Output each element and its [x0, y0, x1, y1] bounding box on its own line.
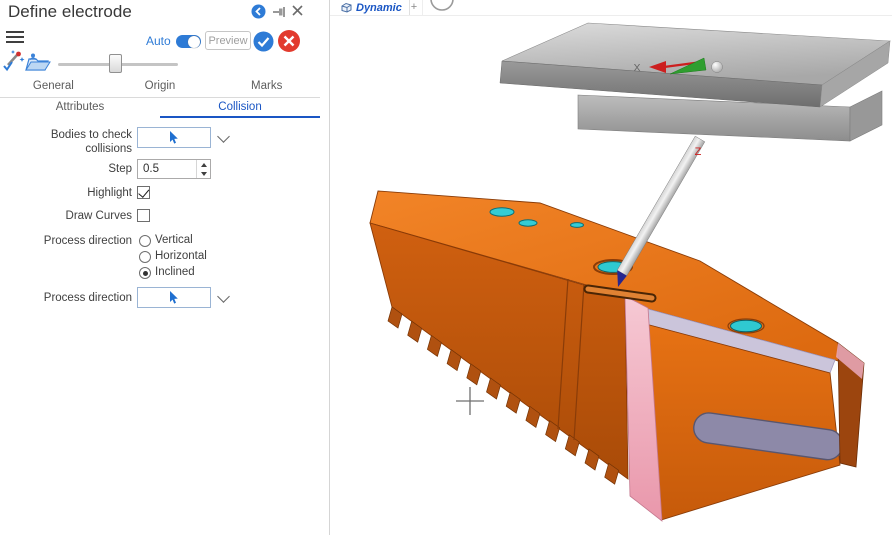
cursor-arrow-icon: [169, 291, 179, 305]
sparkle-icon: [20, 57, 25, 62]
axis-x-label: X: [633, 62, 640, 74]
sparkle-icon: [11, 50, 15, 54]
back-circle-button[interactable]: [251, 4, 266, 19]
axis-z-label: Z: [695, 146, 702, 158]
ok-button[interactable]: [253, 31, 274, 52]
bodies-picker-button[interactable]: [137, 127, 211, 148]
close-button[interactable]: [292, 5, 304, 17]
application-window: Define electrode Auto Preview: [0, 0, 892, 535]
viewport-canvas[interactable]: X Z: [330, 15, 892, 535]
open-folder-button[interactable]: [25, 52, 51, 73]
bodies-expand-chevron[interactable]: [217, 130, 230, 143]
process-direction-picker-button[interactable]: [137, 287, 211, 308]
define-electrode-panel: Define electrode Auto Preview: [0, 0, 329, 535]
process-direction-label: Process direction: [0, 234, 132, 248]
step-up-button[interactable]: [197, 160, 210, 169]
highlight-label: Highlight: [0, 186, 132, 200]
tab-add-view[interactable]: +: [406, 0, 423, 15]
process-radio-inclined[interactable]: [139, 267, 151, 279]
cube-icon: [341, 2, 352, 13]
page-title: Define electrode: [8, 2, 132, 22]
step-label: Step: [0, 162, 132, 176]
auto-toggle[interactable]: [176, 35, 201, 48]
crosshair-cursor: [456, 387, 484, 415]
magic-tool-button[interactable]: [2, 49, 25, 72]
person-icon: [31, 54, 35, 58]
tab-row-2: Attributes Collision: [0, 99, 320, 118]
tab-dynamic[interactable]: Dynamic: [334, 0, 410, 15]
process-direction-expand-chevron[interactable]: [217, 290, 230, 303]
size-slider-handle[interactable]: [109, 54, 122, 73]
draw-curves-checkbox[interactable]: [137, 209, 150, 222]
process-radio-vertical[interactable]: [139, 235, 151, 247]
process-option-vertical[interactable]: Vertical: [155, 234, 193, 246]
menu-button[interactable]: [6, 31, 24, 45]
viewport-3d[interactable]: X Z: [330, 15, 892, 535]
tab-dynamic-label: Dynamic: [356, 2, 402, 14]
origin-sphere: [712, 62, 723, 73]
pin-button[interactable]: [273, 6, 286, 18]
tab-origin[interactable]: Origin: [107, 80, 214, 97]
bodies-label: Bodies to check collisions: [0, 128, 132, 156]
process-direction2-label: Process direction: [0, 291, 132, 305]
close-icon: [293, 6, 302, 15]
orbit-ring-icon[interactable]: [428, 0, 456, 15]
process-option-horizontal[interactable]: Horizontal: [155, 250, 207, 262]
process-radio-horizontal[interactable]: [139, 251, 151, 263]
draw-curves-label: Draw Curves: [0, 209, 132, 223]
highlight-checkbox[interactable]: [137, 186, 150, 199]
step-input[interactable]: [138, 160, 199, 178]
tab-row-1: General Origin Marks: [0, 80, 320, 98]
tab-collision[interactable]: Collision: [160, 99, 320, 118]
process-option-inclined[interactable]: Inclined: [155, 266, 195, 278]
tab-marks[interactable]: Marks: [213, 80, 320, 97]
workpiece-body[interactable]: [370, 191, 864, 521]
tab-attributes[interactable]: Attributes: [0, 99, 160, 118]
preview-button[interactable]: Preview: [205, 31, 251, 50]
step-spinner: [196, 160, 210, 178]
graphics-viewport: Dynamic +: [329, 0, 892, 535]
step-down-button[interactable]: [197, 169, 210, 178]
auto-label: Auto: [146, 34, 171, 48]
viewport-tab-bar: Dynamic +: [330, 0, 892, 16]
cancel-button[interactable]: [277, 29, 301, 53]
tab-general[interactable]: General: [0, 80, 107, 97]
pin-icon: [273, 7, 284, 17]
step-field: [137, 159, 211, 179]
cursor-arrow-icon: [169, 131, 179, 145]
